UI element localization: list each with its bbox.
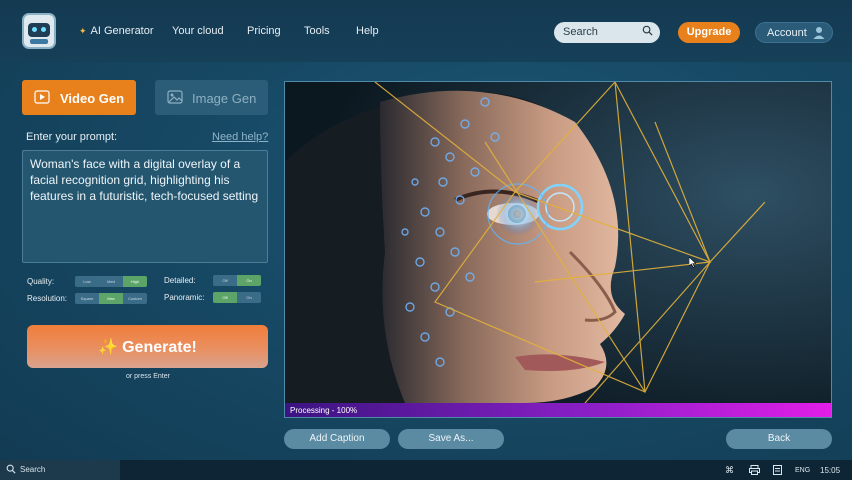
processing-progress-bar: Processing - 100% [285,403,831,417]
need-help-link[interactable]: Need help? [212,131,268,143]
quality-selector[interactable]: Low Med High [75,276,147,287]
generated-face-image [285,82,831,403]
video-gen-label: Video Gen [60,91,125,106]
clock: 15:05 [820,466,841,475]
account-label: Account [767,27,807,39]
user-icon [813,27,825,39]
panoramic-label: Panoramic: [164,293,205,302]
quality-option-high[interactable]: High [123,276,147,287]
progress-fill [285,403,831,417]
nav-help[interactable]: Help [356,25,379,37]
command-icon[interactable]: ⌘ [725,465,734,476]
nav-tools[interactable]: Tools [304,25,330,37]
back-button[interactable]: Back [726,429,832,449]
robot-logo-icon[interactable] [22,13,56,49]
add-caption-button[interactable]: Add Caption [284,429,390,449]
detailed-option-on[interactable]: On [237,275,261,286]
account-button[interactable]: Account [755,22,833,43]
nav-ai-generator[interactable]: ✦ AI Generator [79,25,154,37]
detailed-option-off[interactable]: Off [213,275,237,286]
quality-label: Quality: [27,277,55,286]
image-icon [167,90,183,104]
panoramic-option-off[interactable]: Off [213,292,237,303]
video-icon [34,90,50,104]
resolution-option-max[interactable]: Max [99,293,123,304]
taskbar-search-label: Search [20,465,46,474]
image-gen-tab[interactable]: Image Gen [155,80,268,115]
panoramic-option-on[interactable]: On [237,292,261,303]
resolution-label: Resolution: [27,294,68,303]
mouse-cursor-icon [689,257,696,268]
prompt-textarea[interactable]: Woman's face with a digital overlay of a… [22,150,268,263]
press-enter-hint: or press Enter [126,373,170,380]
prompt-label: Enter your prompt: [26,131,118,143]
quality-option-low[interactable]: Low [75,276,99,287]
resolution-option-square[interactable]: Square [75,293,99,304]
search-icon [6,464,16,474]
search-input[interactable]: Search [554,22,660,43]
detailed-toggle[interactable]: Off On [213,275,261,286]
resolution-option-custom[interactable]: Custom [123,293,147,304]
taskbar-search[interactable]: Search [0,460,120,480]
panoramic-toggle[interactable]: Off On [213,292,261,303]
generated-image-viewer: Processing - 100% [284,81,832,418]
generate-button[interactable]: ✨ Generate! [27,325,268,368]
search-icon [642,25,653,36]
image-gen-label: Image Gen [192,91,257,106]
detailed-label: Detailed: [164,276,196,285]
search-placeholder: Search [563,26,598,38]
printer-icon[interactable] [749,465,760,475]
generate-label: Generate! [122,339,197,356]
language-indicator[interactable]: ENG [795,467,810,474]
nav-pricing[interactable]: Pricing [247,25,281,37]
top-navbar: ✦ AI Generator Your cloud Pricing Tools H… [0,0,852,62]
resolution-selector[interactable]: Square Max Custom [75,293,147,304]
taskbar: Search ⌘ ENG 15:05 [0,460,852,480]
nav-your-cloud[interactable]: Your cloud [172,25,224,37]
upgrade-button[interactable]: Upgrade [678,22,740,43]
sparkle-icon: ✨ [98,339,119,356]
video-gen-tab[interactable]: Video Gen [22,80,136,115]
sparkle-icon: ✦ [79,26,87,36]
quality-option-med[interactable]: Med [99,276,123,287]
progress-text: Processing - 100% [290,406,358,415]
document-icon[interactable] [773,465,782,475]
save-as-button[interactable]: Save As... [398,429,504,449]
